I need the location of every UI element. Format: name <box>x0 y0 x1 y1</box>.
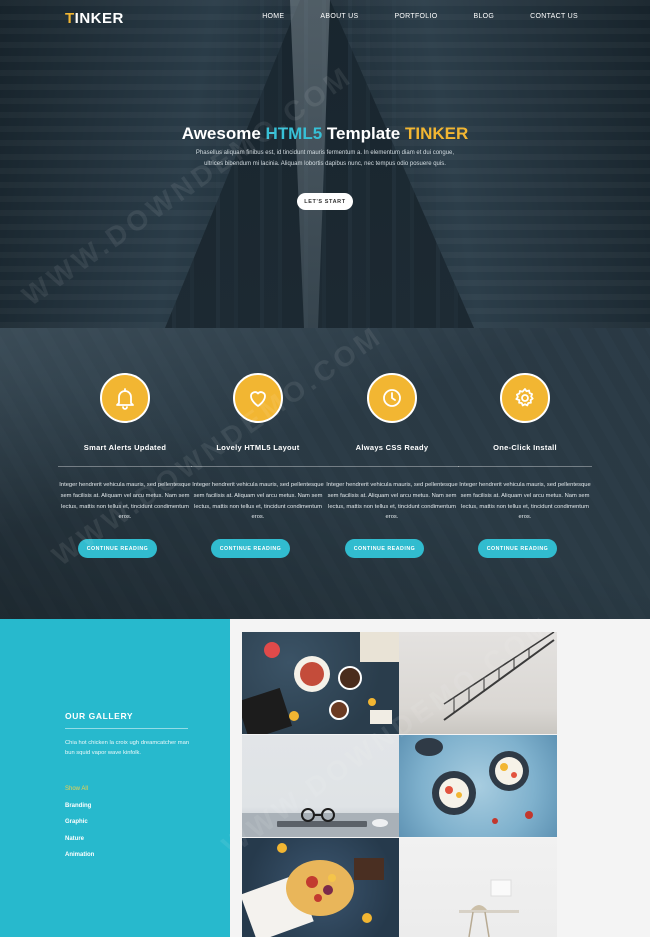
hero-section: TINKER HOME ABOUT US PORTFOLIO BLOG CONT… <box>0 0 650 328</box>
nav-contact[interactable]: CONTACT US <box>530 13 578 20</box>
feature-divider <box>458 466 592 467</box>
continue-reading-button[interactable]: CONTINUE READING <box>78 539 157 558</box>
continue-reading-button[interactable]: CONTINUE READING <box>478 539 557 558</box>
nav-home[interactable]: HOME <box>262 13 284 20</box>
logo-text: INKER <box>74 10 124 27</box>
gallery-image-food-table[interactable] <box>242 632 399 734</box>
feature-title: One-Click Install <box>493 443 557 452</box>
hero-description: Phasellus aliquam finibus est, id tincid… <box>195 150 455 167</box>
continue-reading-button[interactable]: CONTINUE READING <box>345 539 424 558</box>
gallery-description: Chia hot chicken la croix ugh dreamcatch… <box>65 740 190 756</box>
feature-text: Integer hendrerit vehicula mauris, sed p… <box>192 482 324 521</box>
feature-text: Integer hendrerit vehicula mauris, sed p… <box>59 482 191 521</box>
feature-text: Integer hendrerit vehicula mauris, sed p… <box>459 482 591 521</box>
nav-about[interactable]: ABOUT US <box>320 13 358 20</box>
filter-nature[interactable]: Nature <box>65 836 94 853</box>
features-section: Smart Alerts Updated Integer hendrerit v… <box>0 328 650 619</box>
gallery-sidebar <box>0 619 230 937</box>
filter-animation[interactable]: Animation <box>65 852 94 869</box>
hero-title-part: Template <box>322 124 405 143</box>
hero-title-part: Awesome <box>181 124 266 143</box>
features-background-image <box>0 328 650 619</box>
filter-branding[interactable]: Branding <box>65 803 94 820</box>
continue-reading-button[interactable]: CONTINUE READING <box>211 539 290 558</box>
logo[interactable]: TINKER <box>65 10 124 27</box>
lets-start-button[interactable]: LET'S START <box>297 193 353 210</box>
nav-portfolio[interactable]: PORTFOLIO <box>394 13 437 20</box>
feature-title: Lovely HTML5 Layout <box>216 443 300 452</box>
filter-show-all[interactable]: Show All <box>65 786 94 803</box>
gallery-image-bowls[interactable] <box>399 735 557 837</box>
filter-graphic[interactable]: Graphic <box>65 819 94 836</box>
feature-title: Smart Alerts Updated <box>83 443 167 452</box>
feature-title: Always CSS Ready <box>355 443 429 452</box>
clock-icon <box>367 373 417 423</box>
gallery-title: OUR GALLERY <box>65 711 134 721</box>
gallery-image-stairs[interactable] <box>399 632 557 734</box>
hero-title-highlight: HTML5 <box>265 124 323 143</box>
feature-divider <box>58 466 192 467</box>
feature-divider <box>191 466 325 467</box>
main-nav: HOME ABOUT US PORTFOLIO BLOG CONTACT US <box>262 13 578 20</box>
gallery-filter-menu: Show All Branding Graphic Nature Animati… <box>65 786 94 869</box>
gallery-image-chair[interactable] <box>399 838 557 937</box>
hero-title: Awesome HTML5 Template TINKER <box>0 124 650 144</box>
bell-icon <box>100 373 150 423</box>
gallery-image-fruit-plate[interactable] <box>242 838 399 937</box>
nav-blog[interactable]: BLOG <box>473 13 494 20</box>
feature-text: Integer hendrerit vehicula mauris, sed p… <box>326 482 458 521</box>
heart-icon <box>233 373 283 423</box>
feature-divider <box>325 466 459 467</box>
hero-title-brand: TINKER <box>405 124 469 143</box>
logo-initial: T <box>65 10 75 27</box>
gear-icon <box>500 373 550 423</box>
gallery-image-glasses[interactable] <box>242 735 399 837</box>
gallery-divider <box>65 728 188 729</box>
